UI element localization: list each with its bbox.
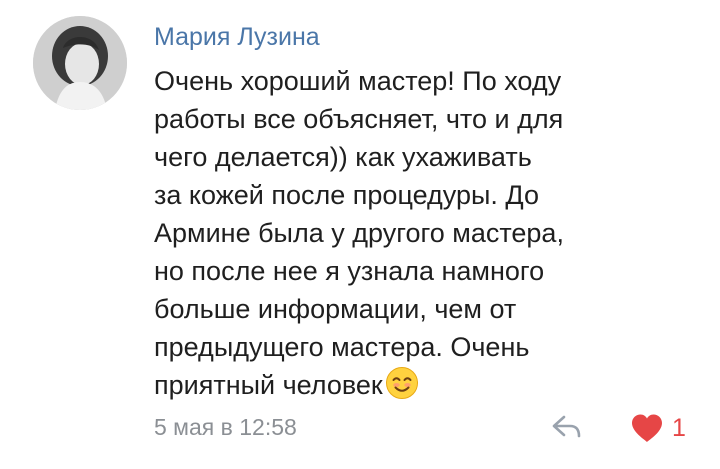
comment-line-text: приятный человек <box>154 370 383 400</box>
smiling-face-icon <box>385 366 419 400</box>
comment-line: Очень хороший мастер! По ходу <box>154 66 562 96</box>
avatar-image <box>33 16 127 110</box>
comment-line: чего делается)) как ухаживать <box>154 142 532 172</box>
comment-line: работы все объясняет, что и для <box>154 104 564 134</box>
avatar[interactable] <box>33 16 127 110</box>
comment-line: больше информации, чем от <box>154 294 517 324</box>
like-count: 1 <box>672 414 686 442</box>
comment-line: предыдущего мастера. Очень <box>154 332 530 362</box>
author-name[interactable]: Мария Лузина <box>154 20 320 54</box>
comment-line: Армине была у другого мастера, <box>154 218 564 248</box>
reply-button[interactable] <box>548 408 586 446</box>
like-button[interactable]: 1 <box>630 410 686 446</box>
reply-arrow-icon <box>552 415 581 438</box>
comment-line: за кожей после процедуры. До <box>154 180 540 210</box>
comment-date[interactable]: 5 мая в 12:58 <box>154 410 297 444</box>
heart-icon <box>632 414 662 442</box>
comment-line: но после нее я узнала намного <box>154 256 545 286</box>
comment-line-last: приятный человек <box>154 366 674 404</box>
comment-text: Очень хороший мастер! По ходу работы все… <box>154 62 674 404</box>
